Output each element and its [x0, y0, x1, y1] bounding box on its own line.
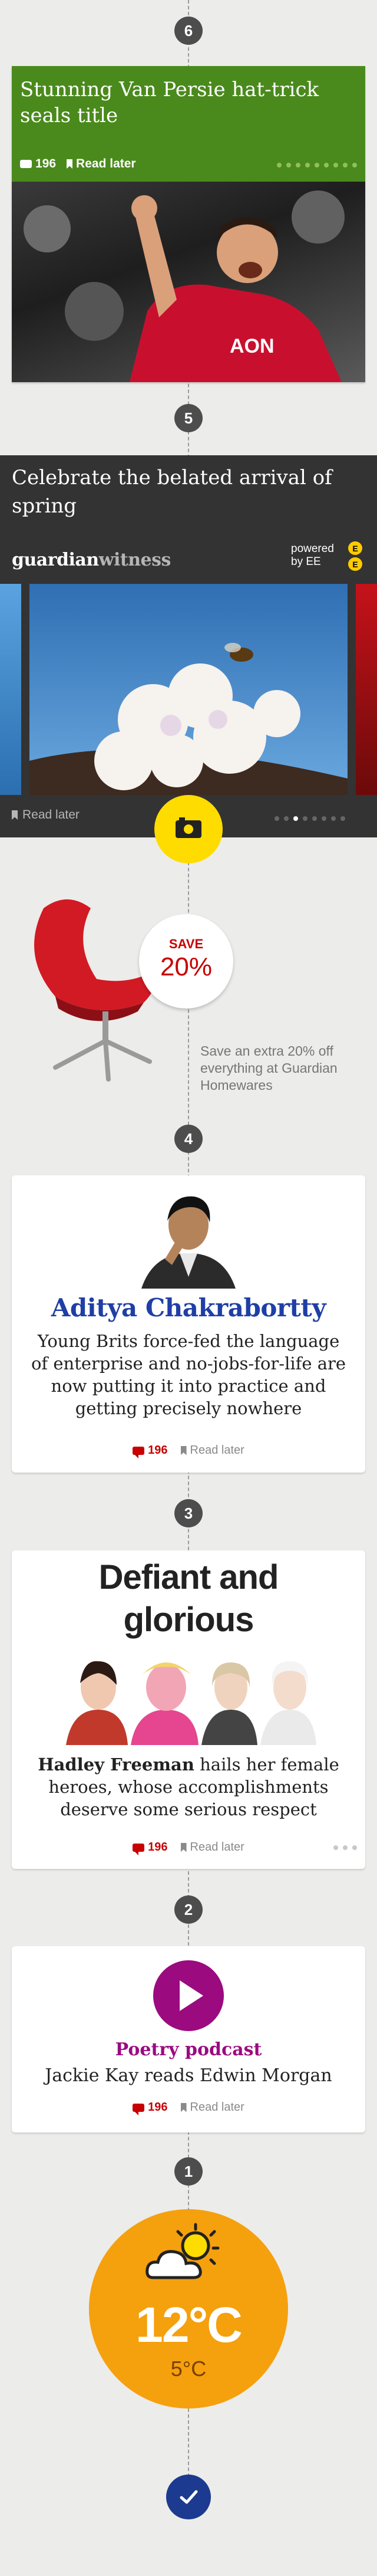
camera-button[interactable] [154, 795, 223, 863]
poetry-podcast-card[interactable]: Poetry podcast Jackie Kay reads Edwin Mo… [12, 1946, 365, 2133]
comments-link[interactable]: 196 [133, 1841, 168, 1855]
author-name[interactable]: Aditya Chakrabortty [12, 1293, 365, 1322]
comment-icon [20, 160, 32, 168]
timeline-number-5: 5 [174, 404, 203, 432]
bookmark-icon [67, 159, 73, 169]
gallery-panel[interactable]: Celebrate the belated arrival of spring … [0, 455, 377, 863]
save-label: SAVE [168, 937, 204, 951]
opinion-card-aditya[interactable]: Aditya Chakrabortty Young Brits force-fe… [12, 1175, 365, 1473]
read-later-button[interactable]: Read later [180, 1444, 244, 1457]
top-story-header: Stunning Van Persie hat-trick seals titl… [12, 66, 365, 182]
feature-standfirst: Hadley Freeman hails her female heroes, … [29, 1753, 348, 1821]
gallery-headline: Celebrate the belated arrival of spring [12, 466, 332, 518]
check-icon [180, 2490, 198, 2504]
play-button[interactable] [153, 1960, 224, 2031]
read-later-label: Read later [76, 157, 136, 170]
bookmark-icon [180, 2102, 187, 2112]
powered-by-label: powered by EE [291, 543, 334, 568]
comment-count: 196 [148, 1444, 168, 1457]
temperature-high: 12°C [135, 2297, 243, 2352]
timeline-number-4: 4 [174, 1125, 203, 1153]
feature-card-defiant[interactable]: Defiant and glorious Hadley Freeman hail… [12, 1550, 365, 1869]
player-illustration: AON [24, 190, 345, 382]
gallery-pagination-dots[interactable] [275, 816, 345, 821]
article-standfirst: Young Brits force-fed the language of en… [31, 1331, 346, 1418]
top-story-image: AON [12, 182, 365, 382]
top-story-headline: Stunning Van Persie hat-trick seals titl… [20, 78, 319, 127]
feature-headline: Defiant and glorious [98, 1558, 279, 1639]
author-portrait [141, 1196, 236, 1289]
top-story-card[interactable]: Stunning Van Persie hat-trick seals titl… [12, 66, 365, 382]
timeline-number-1: 1 [174, 2157, 203, 2186]
comments-link[interactable]: 196 [133, 2101, 168, 2115]
svg-text:AON: AON [230, 335, 275, 357]
comment-count: 196 [148, 2101, 168, 2114]
read-later-button[interactable]: Read later [180, 2101, 244, 2114]
homewares-promo[interactable]: SAVE 20% Save an extra 20% off everythin… [0, 879, 377, 1103]
podcast-subtitle: Jackie Kay reads Edwin Morgan [45, 2065, 332, 2086]
bookmark-icon [180, 1842, 187, 1852]
read-later-label: Read later [190, 2101, 244, 2114]
timeline-number-2: 2 [174, 1895, 203, 1924]
gallery-main-image [29, 584, 348, 795]
comment-count: 196 [148, 1841, 168, 1854]
comment-icon [133, 1843, 145, 1855]
feature-author[interactable]: Hadley Freeman [38, 1754, 194, 1775]
bookmark-icon [180, 1445, 187, 1455]
camera-icon [176, 817, 201, 838]
ee-logo: E E [346, 541, 364, 571]
pagination-dots[interactable] [277, 163, 357, 167]
female-heroes-illustration [66, 1661, 316, 1745]
podcast-title: Poetry podcast [115, 2039, 262, 2060]
done-checkmark [166, 2475, 211, 2519]
comment-icon [133, 2103, 145, 2115]
comment-icon [133, 1446, 145, 1458]
read-later-label: Read later [190, 1841, 244, 1854]
comment-count: 196 [35, 157, 57, 170]
timeline-number-6: 6 [174, 17, 203, 45]
discount-percent: 20% [160, 952, 213, 981]
read-later-button[interactable]: Read later [67, 157, 136, 171]
sun-cloud-icon [145, 2223, 220, 2279]
read-later-label: Read later [190, 1444, 244, 1457]
read-later-label: Read later [22, 808, 80, 822]
temperature-low: 5°C [170, 2357, 207, 2381]
comments-link[interactable]: 196 [133, 1444, 168, 1458]
discount-badge: SAVE 20% [139, 914, 233, 1008]
bookmark-icon [12, 810, 18, 820]
gallery-next-image[interactable] [356, 584, 377, 795]
gallery-prev-image[interactable] [0, 584, 21, 795]
weather-widget[interactable]: 12°C 5°C [89, 2209, 288, 2409]
guardian-witness-logo: guardianwitness [12, 550, 171, 570]
timeline-number-3: 3 [174, 1499, 203, 1527]
read-later-button[interactable]: Read later [180, 1841, 244, 1854]
card-pagination-dots[interactable] [333, 1845, 357, 1850]
gallery-read-later-button[interactable]: Read later [12, 808, 80, 822]
play-icon [180, 1980, 203, 2011]
promo-copy: Save an extra 20% off everything at Guar… [200, 1043, 338, 1093]
